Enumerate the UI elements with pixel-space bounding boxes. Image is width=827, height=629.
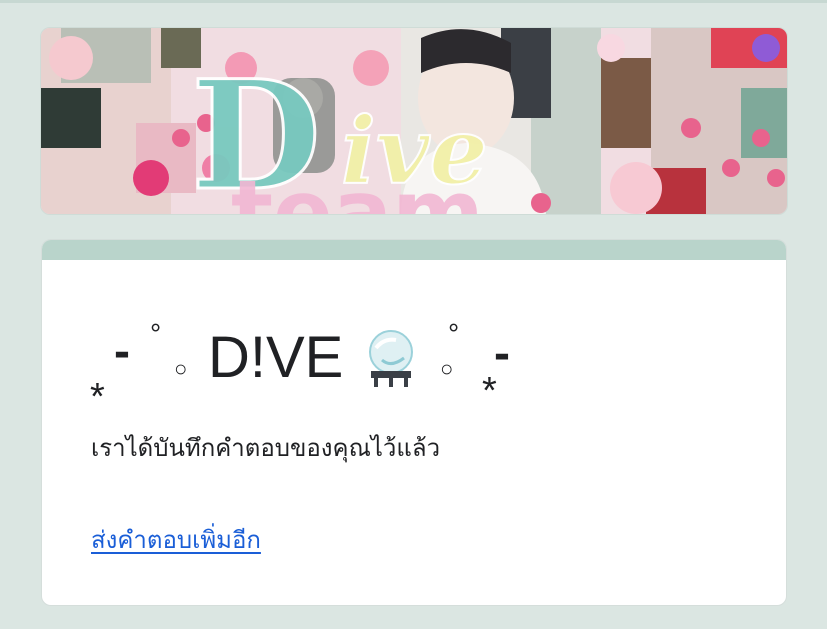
title-ring-right: ° — [448, 318, 460, 349]
form-title: D!VE — [208, 325, 344, 390]
title-ring-left: ° — [150, 318, 162, 349]
crystal-ball-icon — [362, 328, 420, 388]
svg-text:team: team — [231, 161, 484, 215]
title-dot-right: ○ — [440, 356, 454, 381]
title-star-left: * — [90, 376, 105, 418]
title-dash-left: - — [114, 325, 130, 378]
header-banner-image: D ive team — [40, 27, 788, 215]
card-accent-bar — [42, 240, 786, 260]
response-card: * - ° ○ D!VE ° ○ * - เราได้บันทึกคำตอบขอ… — [41, 239, 787, 606]
top-rule — [0, 0, 827, 3]
title-dot-left: ○ — [174, 356, 188, 381]
submit-another-response-link[interactable]: ส่งคำตอบเพิ่มอีก — [91, 520, 261, 559]
confirmation-message: เราได้บันทึกคำตอบของคุณไว้แล้ว — [91, 434, 441, 462]
title-dash-right: - — [494, 327, 510, 380]
